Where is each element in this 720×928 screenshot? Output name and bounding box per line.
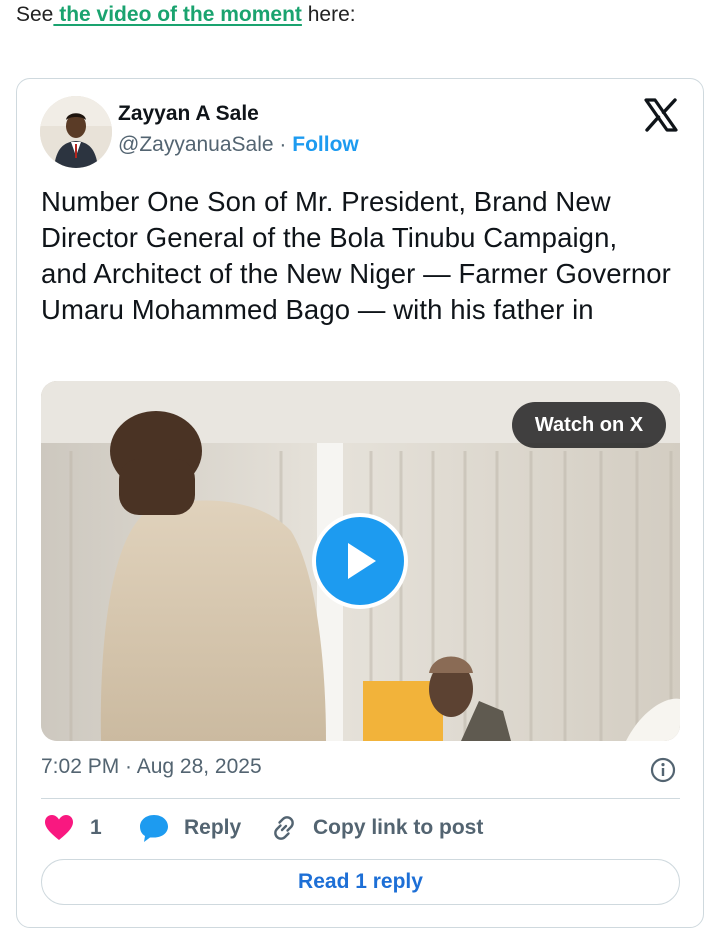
like-action[interactable]: 1 [44, 812, 102, 844]
reply-label: Reply [184, 816, 242, 839]
reply-bubble-icon [140, 815, 168, 842]
play-button[interactable] [312, 513, 408, 609]
intro-line: See the video of the moment here: [16, 0, 356, 30]
reply-action[interactable]: Reply [138, 812, 241, 844]
copy-link-action[interactable]: Copy link to post [270, 812, 483, 844]
divider [41, 798, 680, 799]
video-link[interactable]: the video of the moment [53, 3, 302, 26]
author-name[interactable]: Zayyan A Sale [118, 102, 259, 126]
avatar[interactable] [40, 96, 112, 168]
author-handle[interactable]: @ZayyanuaSale [118, 133, 274, 156]
follow-button[interactable]: Follow [292, 133, 359, 156]
info-icon[interactable] [650, 757, 676, 783]
handle-row: @ZayyanuaSale · Follow [118, 133, 359, 157]
read-reply-button[interactable]: Read 1 reply [41, 859, 680, 905]
watch-on-x-button[interactable]: Watch on X [512, 402, 666, 448]
intro-suffix: here: [301, 3, 356, 26]
likes-count: 1 [90, 816, 102, 839]
handle-separator: · [273, 133, 293, 156]
post-timestamp[interactable]: 7:02 PM · Aug 28, 2025 [41, 755, 262, 779]
link-icon [274, 816, 294, 840]
heart-icon [45, 815, 73, 840]
play-icon [348, 543, 376, 579]
intro-prefix: See [16, 3, 54, 26]
x-logo-icon[interactable] [644, 98, 678, 132]
copy-link-label: Copy link to post [313, 816, 484, 839]
post-text: Number One Son of Mr. President, Brand N… [41, 186, 671, 325]
